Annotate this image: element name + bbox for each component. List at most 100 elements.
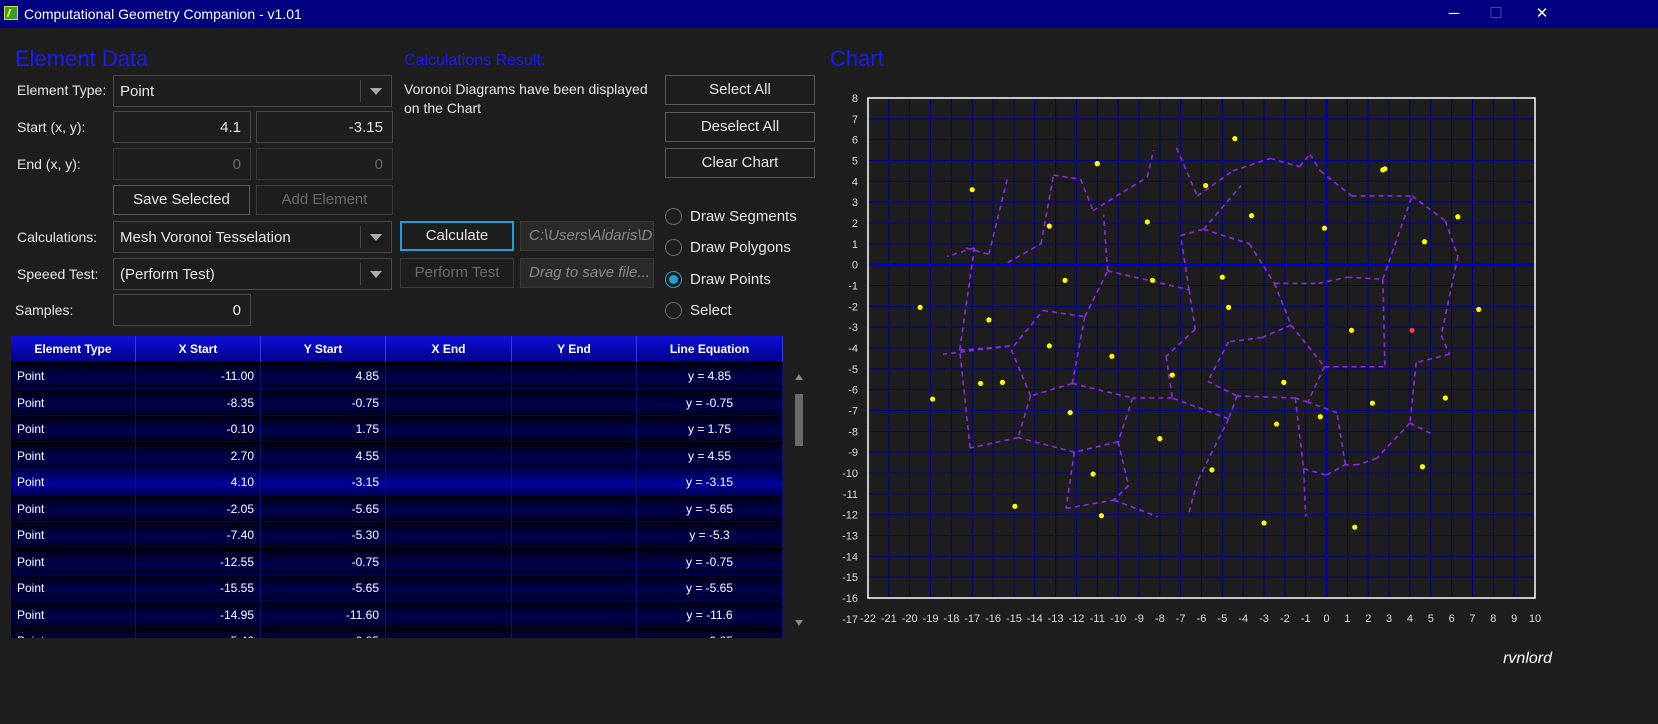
table-cell: 1.75 [261, 416, 386, 442]
table-cell: 4.55 [261, 442, 386, 469]
column-header[interactable]: Element Type [11, 336, 136, 362]
table-cell: -0.10 [136, 416, 261, 442]
column-header[interactable]: X Start [136, 336, 261, 362]
table-row[interactable]: Point -12.55 -0.75 y = -0.75 [11, 548, 783, 575]
table-row[interactable]: Point -0.10 1.75 y = 1.75 [11, 416, 783, 442]
table-cell: -7.40 [136, 522, 261, 548]
table-cell: y = -5.65 [637, 495, 783, 522]
table-row[interactable]: Point -2.05 -5.65 y = -5.65 [11, 495, 783, 522]
table-row[interactable]: Point 4.10 -3.15 y = -3.15 [11, 469, 783, 495]
minimize-button[interactable]: ─ [1430, 0, 1478, 28]
elements-table[interactable]: Element Type X Start Y Start X End Y End Line… [11, 336, 783, 638]
deselect-all-button[interactable]: Deselect All [665, 112, 815, 142]
table-cell: 4.85 [261, 363, 386, 389]
table-cell: Point [11, 389, 136, 416]
data-point [1317, 414, 1323, 420]
add-element-button[interactable]: Add Element [256, 185, 393, 215]
y-tick-label: 4 [852, 176, 858, 188]
y-tick-label: -7 [848, 406, 858, 418]
author-signature: rvnlord [1503, 650, 1552, 667]
table-cell [386, 495, 512, 522]
save-selected-button[interactable]: Save Selected [113, 185, 250, 215]
table-cell: -14.95 [136, 601, 261, 628]
x-tick-label: -21 [881, 613, 897, 625]
element-type-select[interactable]: Point [113, 75, 392, 107]
table-cell: y = -3.15 [637, 469, 783, 495]
column-header[interactable]: Y End [512, 336, 637, 362]
data-point [1232, 136, 1238, 142]
export-path-field[interactable]: C:\Users\Aldaris\D [520, 221, 654, 251]
x-tick-label: -19 [923, 613, 939, 625]
table-row[interactable]: Point -14.95 -11.60 y = -11.6 [11, 601, 783, 628]
y-tick-label: 1 [852, 239, 858, 251]
table-cell: y = -5.65 [637, 575, 783, 601]
start-x-input[interactable]: 4.1 [113, 111, 251, 143]
data-point [1067, 409, 1073, 416]
chevron-down-icon [370, 271, 382, 278]
table-scrollbar[interactable] [791, 364, 807, 636]
table-cell: -0.75 [261, 548, 386, 575]
table-cell [512, 495, 637, 522]
drag-save-field[interactable]: Drag to save file... [520, 258, 654, 288]
samples-input[interactable]: 0 [113, 294, 251, 326]
table-cell: Point [11, 628, 136, 638]
scroll-thumb[interactable] [795, 394, 803, 446]
data-point [1203, 182, 1209, 189]
data-point [1281, 379, 1287, 385]
table-row[interactable]: Point 2.70 4.55 y = 4.55 [11, 442, 783, 469]
data-point [1157, 436, 1163, 442]
data-point [1149, 277, 1156, 283]
start-y-input[interactable]: -3.15 [256, 111, 393, 143]
close-button[interactable]: ✕ [1518, 0, 1566, 28]
speed-test-select[interactable]: (Perform Test) [113, 258, 392, 290]
table-row[interactable]: Point -15.55 -5.65 y = -5.65 [11, 575, 783, 601]
calculations-select[interactable]: Mesh Voronoi Tesselation [113, 221, 392, 253]
table-row[interactable]: Point -7.40 -5.30 y = -5.3 [11, 522, 783, 548]
data-point [999, 379, 1006, 385]
x-tick-label: 9 [1511, 613, 1517, 625]
table-cell: Point [11, 548, 136, 575]
scroll-down-icon[interactable] [795, 620, 803, 626]
y-tick-label: -11 [843, 489, 858, 501]
radio-label: Select [690, 302, 732, 319]
end-x-input[interactable]: 0 [113, 148, 251, 180]
table-cell: -12.55 [136, 548, 261, 575]
data-point [1144, 219, 1150, 225]
speed-test-value: (Perform Test) [120, 266, 215, 283]
table-cell [512, 363, 637, 389]
table-row[interactable]: Point -8.35 -0.75 y = -0.75 [11, 389, 783, 416]
data-point [1455, 214, 1461, 220]
column-header[interactable]: Y Start [261, 336, 386, 362]
table-row[interactable]: Point5.40-9.85 y = -9.85 [11, 628, 783, 638]
data-point [1046, 223, 1052, 229]
y-tick-label: -13 [842, 531, 858, 543]
data-point [917, 304, 923, 310]
perform-test-button[interactable]: Perform Test [400, 258, 514, 288]
selected-point [1409, 327, 1415, 333]
clear-chart-button[interactable]: Clear Chart [665, 148, 815, 178]
samples-label: Samples: [15, 302, 74, 318]
column-header[interactable]: Line Equation [637, 336, 783, 362]
table-cell: -2.05 [136, 495, 261, 522]
table-cell: 2.70 [136, 442, 261, 469]
voronoi-chart[interactable]: -22 -21 -20 -19 -18 -17 -16 -15 -14 -13 -12 -11 -10-… [836, 82, 1546, 628]
table-row[interactable]: Point -11.00 4.85 y = 4.85 [11, 363, 783, 389]
maximize-button[interactable]: ☐ [1472, 0, 1520, 28]
table-cell: Point [11, 363, 136, 389]
table-cell: y = 4.55 [637, 442, 783, 469]
select-all-button[interactable]: Select All [665, 75, 815, 105]
y-tick-label: -9 [848, 447, 858, 459]
table-cell: 5.40 [136, 628, 261, 638]
calculate-button[interactable]: Calculate [400, 221, 514, 251]
end-y-input[interactable]: 0 [256, 148, 393, 180]
calculations-label: Calculations: [17, 229, 98, 245]
scroll-up-icon[interactable] [795, 374, 803, 380]
data-point [1369, 400, 1376, 406]
data-point [1098, 513, 1105, 519]
column-header[interactable]: X End [386, 336, 512, 362]
x-tick-label: -16 [985, 613, 1001, 625]
table-cell: Point [11, 469, 136, 495]
y-tick-label: 5 [852, 156, 858, 168]
x-tick-label: -5 [1217, 613, 1227, 625]
table-cell: -5.30 [261, 522, 386, 548]
